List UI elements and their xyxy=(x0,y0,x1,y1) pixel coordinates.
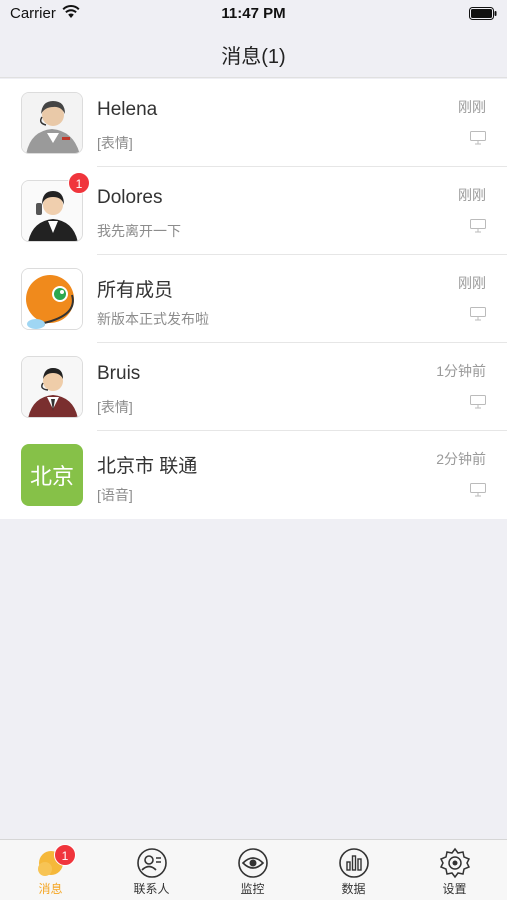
chart-icon xyxy=(338,847,370,879)
battery-icon xyxy=(469,7,497,25)
tab-label: 消息 xyxy=(38,882,63,896)
desktop-icon xyxy=(470,483,486,502)
message-time: 1分钟前 xyxy=(436,363,486,379)
message-time: 刚刚 xyxy=(458,99,486,115)
unread-badge: 1 xyxy=(68,172,90,194)
unread-badge: 1 xyxy=(54,844,76,866)
mascot-avatar-icon xyxy=(22,269,82,329)
page-title: 消息(1) xyxy=(221,46,286,68)
tab-label: 联系人 xyxy=(133,882,170,896)
tab-contacts[interactable]: 联系人 xyxy=(101,840,202,900)
message-list: Helena [表情] 刚刚 1 Dolores 我先离开一下 刚刚 所有成员 … xyxy=(0,79,507,519)
message-time: 2分钟前 xyxy=(436,451,486,467)
avatar: 北京 xyxy=(21,444,83,506)
tab-label: 监控 xyxy=(240,882,265,896)
message-row-all-members[interactable]: 所有成员 新版本正式发布啦 刚刚 xyxy=(0,255,507,343)
nav-bar: 消息(1) xyxy=(0,28,507,78)
avatar xyxy=(21,92,83,154)
eye-icon xyxy=(237,847,269,879)
contact-name: 所有成员 xyxy=(97,280,174,301)
contact-name: Dolores xyxy=(97,187,163,208)
avatar xyxy=(21,356,83,418)
tab-data[interactable]: 数据 xyxy=(303,840,404,900)
desktop-icon xyxy=(470,395,486,414)
message-preview: 我先离开一下 xyxy=(97,223,181,239)
status-bar: Carrier 11:47 PM xyxy=(0,0,507,28)
message-row-bruis[interactable]: Bruis [表情] 1分钟前 xyxy=(0,343,507,431)
message-time: 刚刚 xyxy=(458,187,486,203)
contact-name: Helena xyxy=(97,99,158,120)
agent-avatar-icon xyxy=(22,357,82,417)
avatar xyxy=(21,268,83,330)
message-row-helena[interactable]: Helena [表情] 刚刚 xyxy=(0,79,507,167)
message-preview: [语音] xyxy=(97,487,133,503)
desktop-icon xyxy=(470,307,486,326)
desktop-icon xyxy=(470,131,486,150)
contact-name: 北京市 联通 xyxy=(97,456,198,477)
tab-settings[interactable]: 设置 xyxy=(404,840,505,900)
message-preview: [表情] xyxy=(97,135,133,151)
agent-avatar-icon xyxy=(22,93,82,153)
message-time: 刚刚 xyxy=(458,275,486,291)
contacts-icon xyxy=(136,847,168,879)
tab-bar: 1 消息 联系人 监控 数据 设置 xyxy=(0,839,507,900)
tab-label: 数据 xyxy=(341,882,366,896)
clock: 11:47 PM xyxy=(221,5,286,22)
tab-label: 设置 xyxy=(442,882,467,896)
desktop-icon xyxy=(470,219,486,238)
tab-messages[interactable]: 1 消息 xyxy=(0,840,101,900)
contact-name: Bruis xyxy=(97,363,141,384)
message-row-dolores[interactable]: 1 Dolores 我先离开一下 刚刚 xyxy=(0,167,507,255)
message-preview: 新版本正式发布啦 xyxy=(97,311,209,327)
message-row-beijing-unicom[interactable]: 北京 北京市 联通 [语音] 2分钟前 xyxy=(0,431,507,519)
gear-icon xyxy=(439,847,471,879)
tab-monitor[interactable]: 监控 xyxy=(202,840,303,900)
message-preview: [表情] xyxy=(97,399,133,415)
